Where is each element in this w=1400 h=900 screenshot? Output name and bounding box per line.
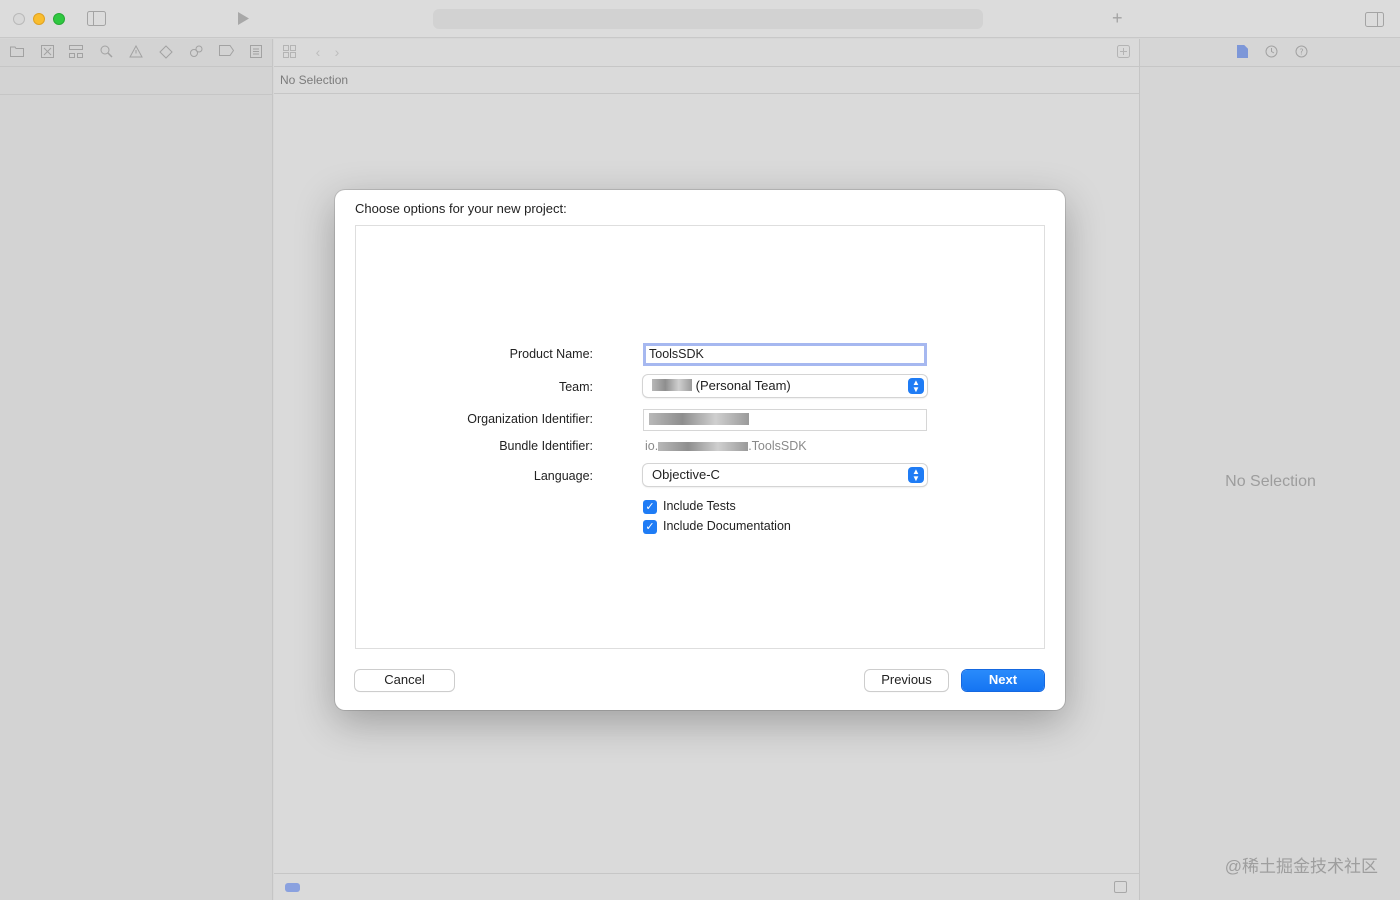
inspector-toggle-icon[interactable] — [1365, 12, 1384, 30]
editor-toolbar: ‹ › — [274, 39, 1139, 67]
language-popup[interactable]: Objective-C ▲ ▼ — [643, 464, 927, 486]
include-documentation-label: Include Documentation — [663, 519, 791, 533]
popup-arrows-icon: ▲ ▼ — [908, 378, 924, 394]
previous-button[interactable]: Previous — [865, 670, 948, 691]
close-window-button[interactable] — [13, 13, 25, 25]
jump-bar: No Selection — [274, 67, 1139, 94]
report-icon[interactable] — [249, 45, 263, 59]
language-value: Objective-C — [652, 467, 720, 482]
team-value: (Personal Team) — [695, 378, 791, 393]
options-container: Product Name: ToolsSDK Team: (Personal T… — [355, 225, 1045, 649]
navigator-panel — [0, 39, 273, 900]
help-icon[interactable]: ? — [1294, 45, 1308, 59]
zoom-window-button[interactable] — [53, 13, 65, 25]
inspector-bar: ? — [1140, 39, 1400, 67]
back-chevron-icon[interactable]: ‹ — [311, 45, 325, 59]
jump-bar-text: No Selection — [280, 73, 349, 87]
dialog-title: Choose options for your new project: — [355, 201, 567, 216]
debug-area-toggle-icon[interactable] — [1114, 881, 1127, 893]
issue-icon[interactable] — [129, 44, 143, 59]
symbol-icon[interactable] — [69, 45, 83, 59]
activity-viewer — [433, 9, 983, 29]
file-inspector-icon[interactable] — [1235, 45, 1249, 59]
watermark: @稀土掘金技术社区 — [1224, 857, 1378, 876]
inspector-panel: ? No Selection — [1139, 39, 1400, 900]
breakpoint-icon[interactable] — [219, 45, 235, 59]
window-titlebar: + — [0, 0, 1400, 38]
sidebar-toggle-icon[interactable] — [87, 11, 106, 29]
forward-chevron-icon[interactable]: › — [330, 45, 344, 59]
minimize-window-button[interactable] — [33, 13, 45, 25]
filter-icon[interactable] — [285, 883, 300, 892]
include-tests-checkbox[interactable]: ✓ — [643, 500, 657, 514]
product-name-value: ToolsSDK — [649, 347, 704, 361]
product-name-field[interactable]: ToolsSDK — [643, 343, 927, 366]
team-popup[interactable]: (Personal Team) ▲ ▼ — [643, 375, 927, 397]
folder-icon[interactable] — [10, 45, 24, 59]
new-project-options-dialog: Choose options for your new project: Pro… — [335, 190, 1065, 710]
run-icon[interactable] — [237, 11, 250, 29]
related-items-icon[interactable] — [282, 45, 296, 59]
svg-text:?: ? — [1299, 48, 1303, 57]
cancel-button[interactable]: Cancel — [355, 670, 454, 691]
popup-arrows-icon: ▲ ▼ — [908, 467, 924, 483]
redacted-team-name — [652, 379, 692, 391]
team-label: Team: — [558, 380, 593, 394]
redacted-org-identifier — [649, 413, 749, 425]
next-button[interactable]: Next — [962, 670, 1044, 691]
bundle-identifier-suffix: .ToolsSDK — [748, 439, 807, 453]
editor-bottom-bar — [274, 873, 1139, 900]
redacted-bundle-identifier — [658, 442, 749, 451]
bundle-identifier-label: Bundle Identifier: — [499, 439, 593, 453]
navigator-bar — [0, 39, 273, 67]
bundle-identifier-prefix: io. — [645, 439, 659, 453]
inspector-empty-text: No Selection — [1225, 473, 1316, 490]
bundle-identifier-value: io. .ToolsSDK — [645, 439, 807, 453]
debug-icon[interactable] — [189, 45, 203, 59]
find-icon[interactable] — [99, 45, 113, 59]
include-tests-label: Include Tests — [663, 499, 736, 513]
include-documentation-checkbox[interactable]: ✓ — [643, 520, 657, 534]
test-icon[interactable] — [159, 45, 173, 59]
org-identifier-label: Organization Identifier: — [467, 412, 593, 426]
add-editor-icon[interactable] — [1116, 45, 1130, 59]
org-identifier-field[interactable] — [643, 409, 927, 431]
navigator-divider — [0, 94, 273, 95]
product-name-label: Product Name: — [509, 347, 593, 361]
add-icon[interactable]: + — [1112, 9, 1123, 27]
history-icon[interactable] — [1264, 45, 1278, 59]
language-label: Language: — [533, 469, 593, 483]
source-control-icon[interactable] — [40, 45, 54, 59]
